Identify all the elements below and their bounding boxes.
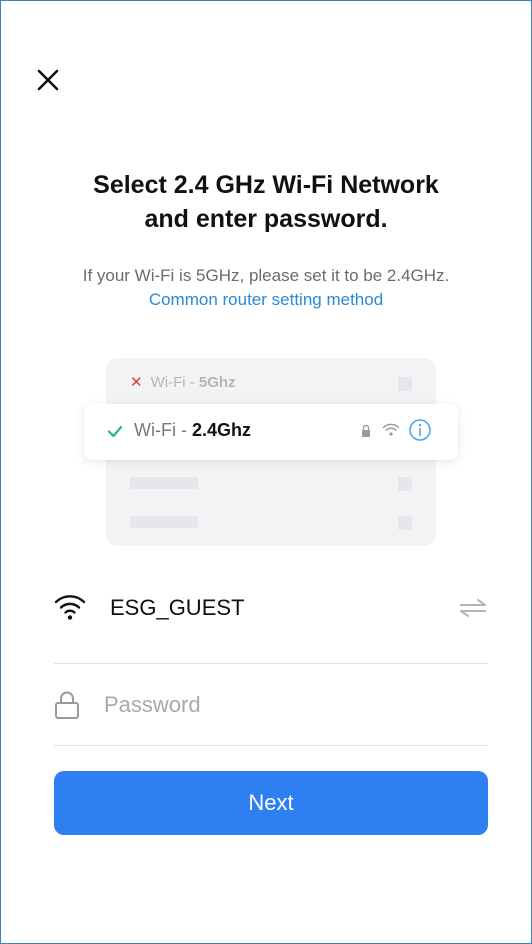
divider (54, 663, 488, 664)
info-icon (409, 419, 431, 441)
subtitle-text: If your Wi-Fi is 5GHz, please set it to … (82, 266, 450, 285)
wifi-24ghz-card: Wi-Fi - 2.4Ghz (84, 404, 458, 460)
lock-icon (362, 424, 370, 437)
next-button[interactable]: Next (54, 771, 488, 835)
title-line-1: Select 2.4 GHz Wi-Fi Network (93, 171, 439, 199)
password-field[interactable] (104, 688, 484, 722)
placeholder-square (398, 377, 412, 391)
switch-network-icon[interactable] (458, 598, 488, 618)
wifi-5ghz-prefix: Wi-Fi - (150, 374, 199, 391)
wifi-24ghz-label: Wi-Fi - 2.4Ghz (134, 420, 251, 441)
x-icon: ✕ (130, 374, 143, 391)
check-icon (107, 425, 123, 438)
title-line-2: and enter password. (144, 205, 388, 233)
ssid-value[interactable]: ESG_GUEST (110, 595, 244, 621)
wifi-5ghz-band: 5Ghz (198, 374, 236, 391)
close-button[interactable] (34, 66, 62, 94)
divider (54, 745, 488, 746)
wifi-signal-icon (382, 423, 400, 436)
placeholder-square (398, 516, 412, 530)
wifi-icon (54, 595, 86, 620)
placeholder-bar (130, 477, 198, 489)
router-setting-link[interactable]: Common router setting method (0, 288, 532, 312)
page-title: Select 2.4 GHz Wi-Fi Network and enter p… (0, 168, 532, 236)
wifi-24ghz-prefix: Wi-Fi - (134, 420, 192, 440)
close-icon (37, 69, 59, 91)
placeholder-square (398, 477, 412, 491)
placeholder-bar (130, 516, 198, 528)
wifi-5ghz-row: ✕ Wi-Fi - 5Ghz (130, 372, 420, 394)
lock-icon (55, 691, 79, 719)
wifi-24ghz-band: 2.4Ghz (191, 420, 252, 440)
